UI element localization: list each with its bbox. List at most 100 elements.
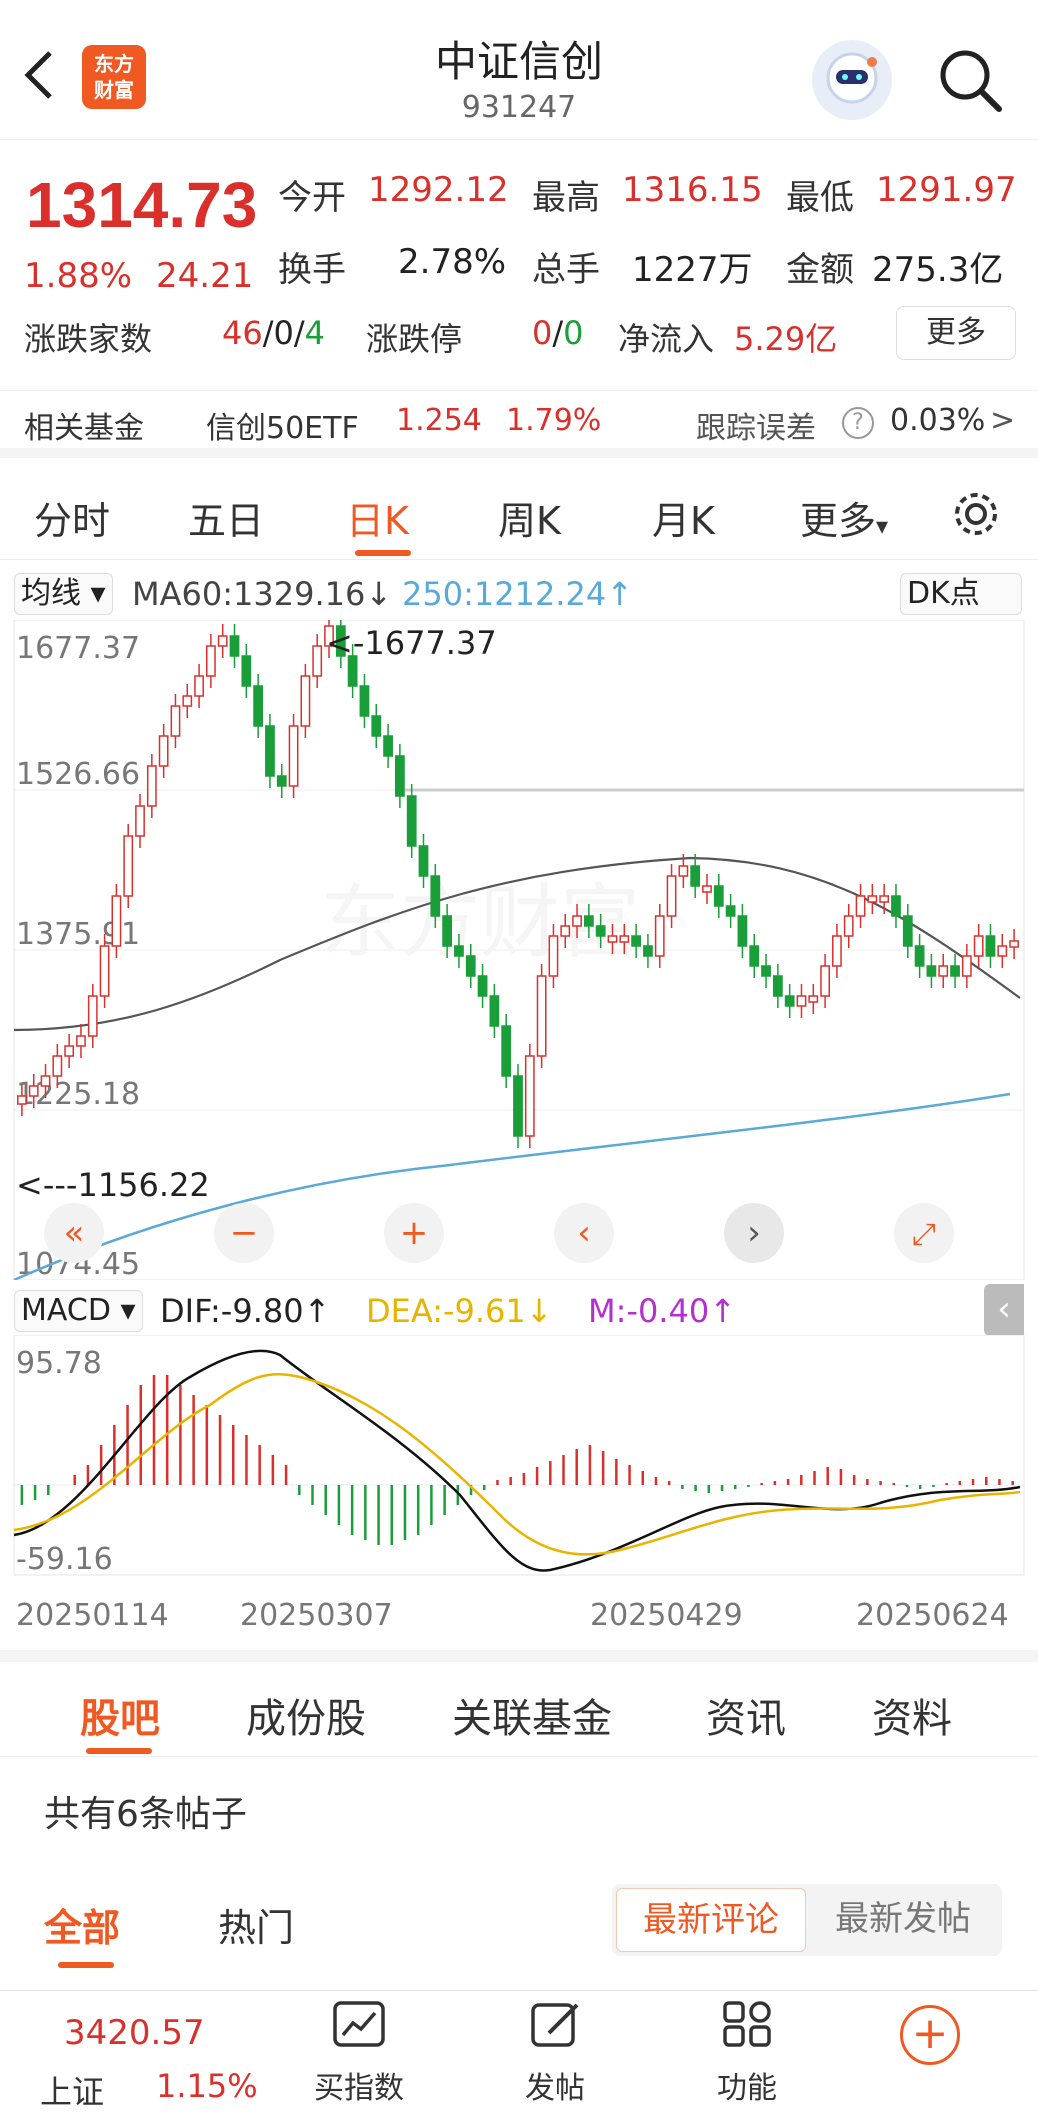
add-plus-icon[interactable]: + bbox=[900, 2005, 960, 2065]
amount-label: 金额 bbox=[786, 250, 854, 290]
zoom-out-button[interactable]: − bbox=[230, 1213, 259, 1253]
candle-body bbox=[501, 1025, 512, 1077]
macd-bar bbox=[535, 1467, 539, 1485]
candle-body bbox=[938, 965, 949, 977]
turnover-value: 2.78% bbox=[398, 242, 507, 282]
candle-body bbox=[879, 895, 890, 903]
functions-label: 功能 bbox=[717, 2071, 777, 2106]
macd-bar bbox=[33, 1485, 37, 1500]
active-tab-underline bbox=[355, 550, 411, 556]
settings-gear-icon[interactable] bbox=[950, 488, 1002, 540]
index-ticker[interactable]: 3420.57 上证 1.15% bbox=[0, 1991, 260, 2117]
macd-y-top: 95.78 bbox=[16, 1346, 102, 1381]
related-fund-row[interactable]: 相关基金 信创50ETF 1.254 1.79% 跟踪误差 ? 0.03% > bbox=[0, 390, 1038, 458]
content-tabs: 股吧 成份股 关联基金 资讯 资料 bbox=[0, 1662, 1038, 1757]
ma-indicator-row: 均线 ▾ MA60:1329.16↓ 250:1212.24↑ DK点 bbox=[0, 565, 1038, 621]
candle-body bbox=[253, 685, 264, 727]
change-percent: 1.88% bbox=[24, 256, 133, 296]
ma60-value: MA60:1329.16↓ bbox=[132, 575, 393, 613]
sort-latest-comment-button[interactable]: 最新评论 bbox=[616, 1888, 806, 1952]
scroll-left-button[interactable]: ‹ bbox=[577, 1213, 591, 1253]
tab-monthly-k[interactable]: 月K bbox=[652, 490, 715, 545]
macd-bar bbox=[892, 1483, 896, 1485]
help-icon[interactable]: ? bbox=[842, 407, 874, 439]
dk-dropdown[interactable]: DK点 bbox=[900, 573, 1022, 615]
candle-body bbox=[702, 885, 712, 893]
macd-bar bbox=[839, 1469, 843, 1485]
candle-body bbox=[359, 685, 370, 717]
breadth-down: 4 bbox=[304, 314, 325, 352]
macd-bar bbox=[271, 1455, 275, 1485]
macd-bar bbox=[773, 1481, 777, 1485]
candle-body bbox=[40, 1075, 51, 1087]
x-label-2: 20250307 bbox=[240, 1598, 393, 1633]
macd-bar bbox=[73, 1475, 76, 1485]
low-price-note: <---1156.22 bbox=[16, 1166, 210, 1204]
macd-bar bbox=[813, 1471, 816, 1485]
scroll-left-fast-button[interactable]: « bbox=[64, 1213, 85, 1253]
high-value: 1316.15 bbox=[622, 170, 763, 210]
tab-related-funds[interactable]: 关联基金 bbox=[452, 1686, 612, 1744]
sort-latest-post-button[interactable]: 最新发帖 bbox=[808, 1888, 998, 1952]
macd-bar bbox=[615, 1459, 618, 1485]
zoom-in-button[interactable]: + bbox=[400, 1213, 429, 1253]
filter-all-underline bbox=[58, 1962, 114, 1968]
fullscreen-button[interactable]: ⤢ bbox=[912, 1217, 936, 1252]
collapse-panel-icon[interactable]: ‹ bbox=[984, 1284, 1024, 1336]
tab-news[interactable]: 资讯 bbox=[706, 1686, 786, 1744]
tab-constituents[interactable]: 成份股 bbox=[246, 1686, 366, 1744]
tab-more-label: 更多 bbox=[800, 499, 877, 543]
fund-chevron-icon[interactable]: > bbox=[990, 403, 1015, 438]
macd-dropdown[interactable]: MACD ▾ bbox=[14, 1290, 143, 1332]
candle-body bbox=[265, 725, 275, 777]
high-label: 最高 bbox=[532, 178, 600, 218]
tab-more[interactable]: 更多▾ bbox=[800, 490, 888, 545]
candle-body bbox=[607, 935, 618, 943]
breadth-flat: /0/ bbox=[262, 314, 305, 352]
candle-body bbox=[87, 995, 98, 1037]
tab-five-day[interactable]: 五日 bbox=[188, 490, 264, 545]
macd-bar bbox=[218, 1415, 222, 1485]
index-value: 3420.57 bbox=[64, 2013, 205, 2053]
macd-chart[interactable]: 95.78 -59.16 20250114 20250307 20250429 … bbox=[0, 1335, 1038, 1645]
candle-body bbox=[99, 945, 110, 997]
post-button[interactable]: 发帖 bbox=[480, 1999, 630, 2107]
candle-body bbox=[843, 915, 854, 937]
buy-index-button[interactable]: 买指数 bbox=[284, 1999, 434, 2107]
current-price: 1314.73 bbox=[26, 169, 258, 241]
search-icon[interactable] bbox=[935, 45, 1005, 115]
candle-body bbox=[28, 1085, 39, 1097]
candlestick-chart[interactable]: 东方财富 1677.37 1526.66 1375.91 1225.18 107… bbox=[0, 620, 1038, 1280]
candle-body bbox=[76, 1035, 86, 1047]
tab-more-caret-icon: ▾ bbox=[876, 512, 889, 540]
macd-bar bbox=[879, 1481, 882, 1485]
dif-value: DIF:-9.80↑ bbox=[160, 1292, 331, 1330]
tab-intraday[interactable]: 分时 bbox=[34, 490, 110, 545]
limit-up: 0 bbox=[532, 314, 553, 352]
macd-bar bbox=[377, 1485, 380, 1545]
tab-forum[interactable]: 股吧 bbox=[80, 1686, 160, 1744]
candle-body bbox=[229, 635, 240, 657]
index-pct: 1.15% bbox=[156, 2067, 258, 2105]
scroll-right-button[interactable]: › bbox=[747, 1213, 761, 1253]
candle-body bbox=[654, 915, 665, 957]
candle-body bbox=[135, 805, 145, 837]
ma-dropdown[interactable]: 均线 ▾ bbox=[14, 573, 113, 615]
macd-bar bbox=[852, 1475, 856, 1485]
tab-weekly-k[interactable]: 周K bbox=[498, 490, 561, 545]
tab-daily-k[interactable]: 日K bbox=[346, 490, 409, 545]
macd-bar bbox=[601, 1451, 605, 1485]
functions-button[interactable]: 功能 bbox=[672, 1999, 822, 2107]
x-label-1: 20250114 bbox=[16, 1598, 169, 1633]
macd-bar bbox=[99, 1445, 103, 1485]
filter-hot[interactable]: 热门 bbox=[218, 1897, 294, 1952]
fund-name[interactable]: 信创50ETF bbox=[206, 403, 359, 447]
assistant-robot-icon[interactable] bbox=[812, 40, 892, 120]
more-button[interactable]: 更多 bbox=[896, 306, 1016, 360]
macd-bar bbox=[733, 1485, 737, 1489]
macd-bar bbox=[443, 1485, 446, 1515]
filter-all[interactable]: 全部 bbox=[44, 1897, 120, 1952]
tab-profile[interactable]: 资料 bbox=[872, 1686, 952, 1744]
macd-bar bbox=[390, 1485, 394, 1545]
macd-bar bbox=[179, 1385, 182, 1485]
